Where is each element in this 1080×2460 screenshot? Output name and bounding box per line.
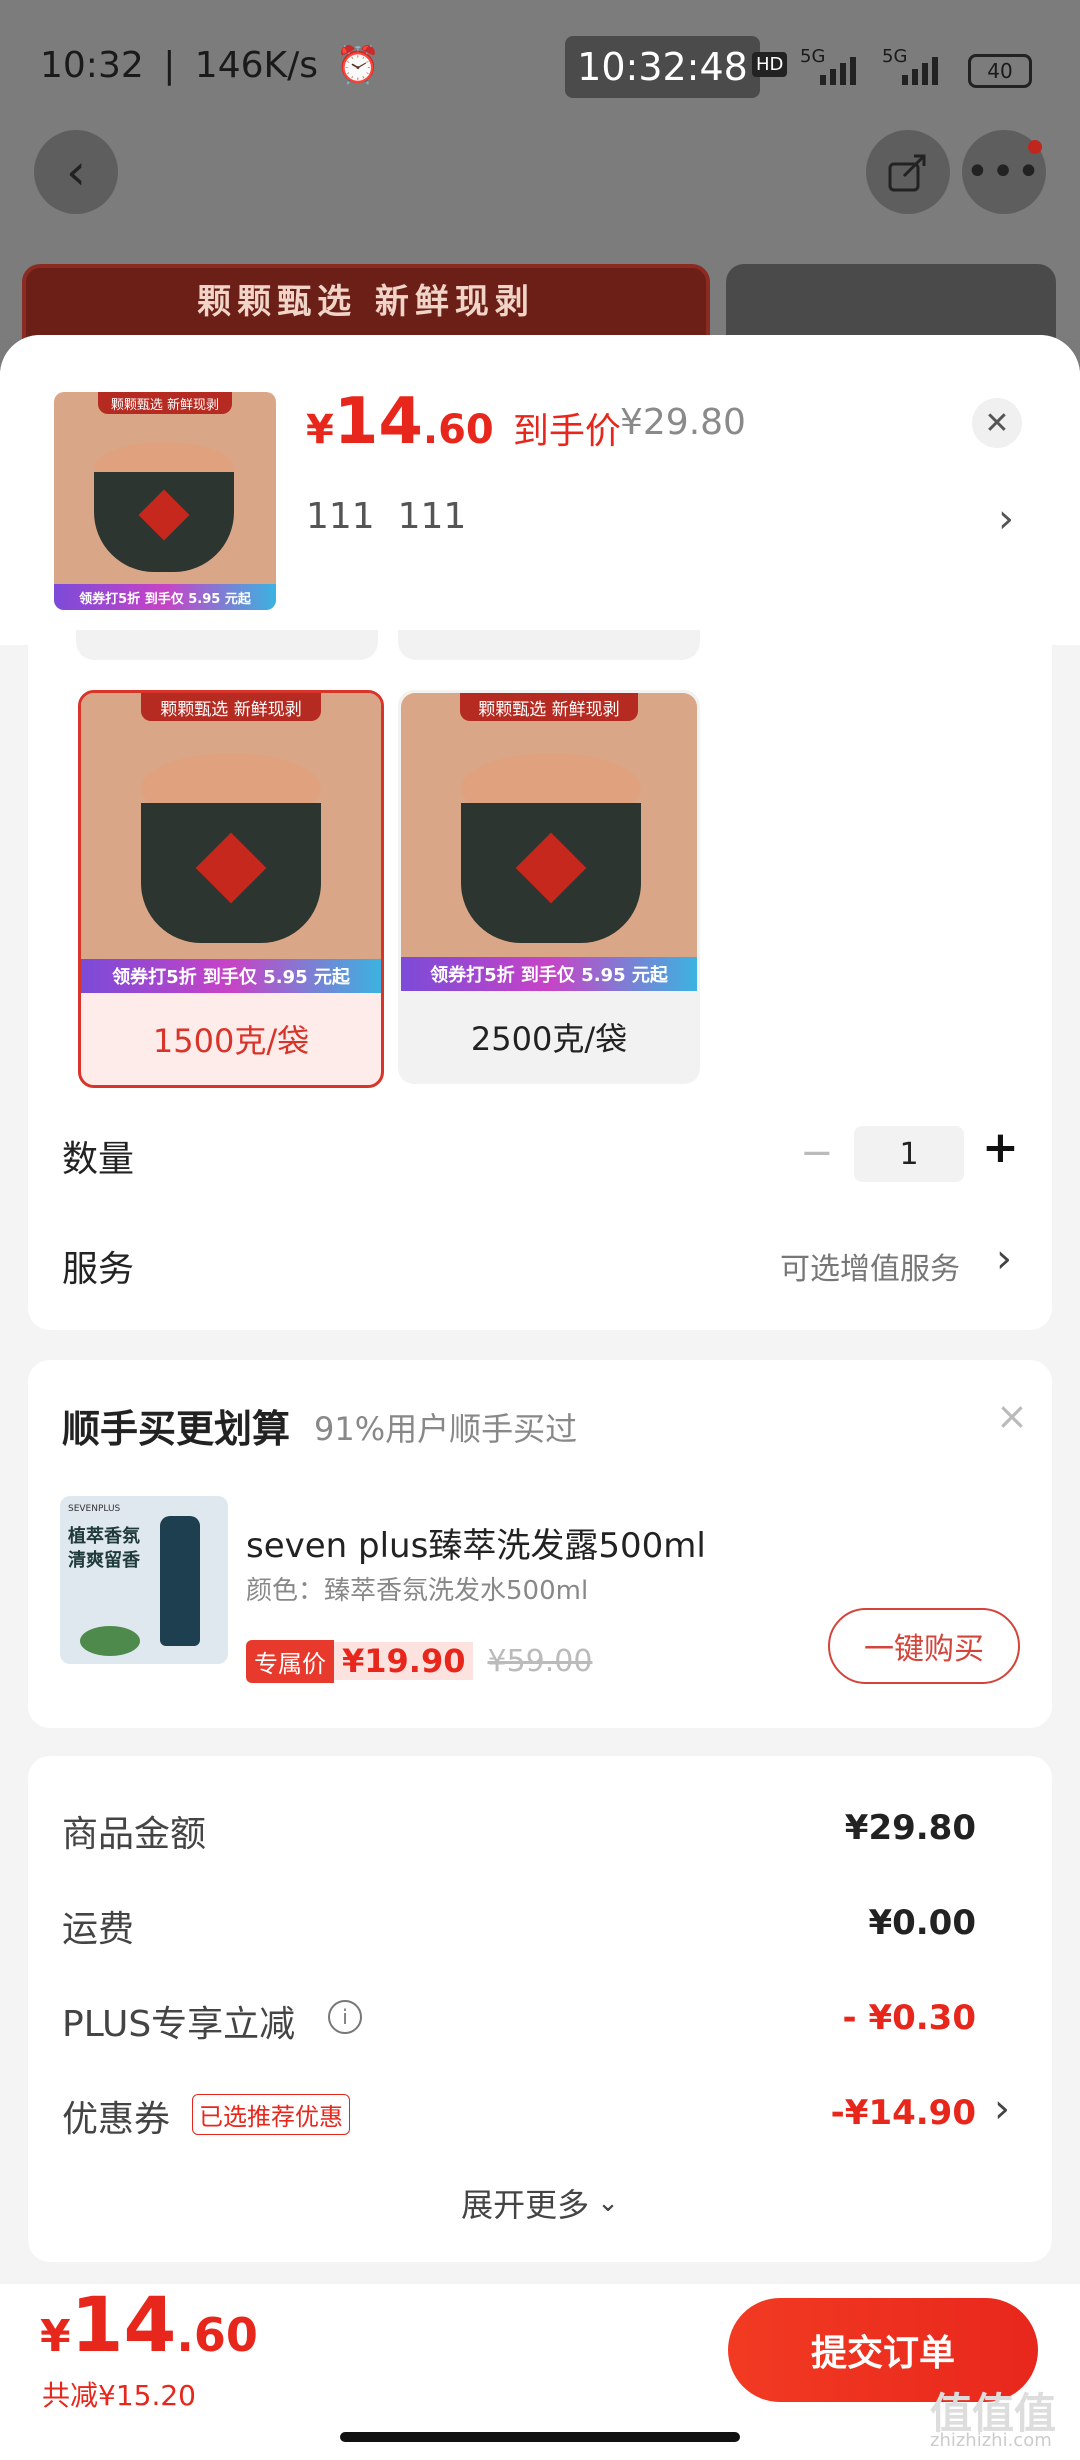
hd-badge: HD (752, 52, 788, 77)
service-chevron-icon[interactable]: › (996, 1236, 1012, 1282)
addon-subtitle: 91%用户顺手买过 (314, 1410, 578, 1448)
summary-label-goods: 商品金额 (62, 1814, 207, 1855)
chevron-left-icon: ‹ (66, 143, 86, 201)
coupon-tag: 已选推荐优惠 (192, 2094, 350, 2135)
notification-dot (1028, 140, 1042, 154)
bottle-icon (160, 1516, 200, 1646)
chevron-right-icon[interactable]: › (998, 496, 1014, 542)
back-button[interactable]: ‹ (34, 130, 118, 214)
coupon-chevron-icon[interactable]: › (994, 2086, 1010, 2132)
service-label: 服务 (62, 1249, 135, 1290)
chevron-down-icon: ⌄ (597, 2188, 619, 2218)
addon-product-image[interactable]: SEVENPLUS 植萃香氛 清爽留香 (60, 1496, 228, 1664)
spec-label: 2500克/袋 (470, 1020, 628, 1058)
summary-label-plus: PLUS专享立减 (62, 2004, 296, 2045)
quantity-label: 数量 (62, 1139, 135, 1180)
leaf-icon (80, 1626, 140, 1656)
price-tag: 到手价 (512, 411, 621, 452)
status-time: 10:32 (40, 45, 144, 86)
addon-title: 顺手买更划算 (62, 1407, 291, 1451)
screen-clock: 10:32:48 (565, 36, 760, 98)
expand-more-button[interactable]: 展开更多 ⌄ (0, 2180, 1080, 2226)
summary-value-plus: - ¥0.30 (842, 1998, 977, 2038)
close-icon: ✕ (984, 405, 1010, 441)
spec-option-1500g[interactable]: 颗颗甄选 新鲜现剥 领券打5折 到手仅 5.95 元起 1500克/袋 (78, 690, 384, 1088)
signal-icon (820, 55, 870, 85)
addon-price: ¥19.90 (334, 1642, 474, 1680)
spec-option-2500g[interactable]: 颗颗甄选 新鲜现剥 领券打5折 到手仅 5.95 元起 2500克/袋 (398, 690, 700, 1084)
home-indicator[interactable] (340, 2432, 740, 2442)
total-price: ¥14.60 (40, 2280, 258, 2369)
share-icon (888, 154, 926, 192)
summary-label-coupon: 优惠券 (62, 2099, 171, 2140)
service-value[interactable]: 可选增值服务 (780, 1244, 960, 1288)
share-button[interactable] (866, 130, 950, 214)
spec-option-hidden[interactable] (76, 630, 378, 660)
original-price: ¥29.80 (620, 402, 746, 443)
selected-spec[interactable]: 111 111 (306, 496, 466, 537)
one-click-buy-button[interactable]: 一键购买 (828, 1608, 1020, 1684)
alarm-icon: ⏰ (335, 45, 381, 86)
more-icon: ••• (965, 149, 1043, 195)
quantity-minus-button[interactable]: − (800, 1130, 834, 1176)
status-speed: 146K/s (194, 45, 319, 86)
addon-product-attr: 颜色：臻萃香氛洗发水500ml (246, 1576, 589, 1606)
summary-value-coupon[interactable]: -¥14.90 (760, 2093, 976, 2133)
addon-price-row: 专属价 ¥19.90 ¥59.00 (246, 1639, 593, 1683)
watermark-url: zhizhizhi.com (930, 2430, 1052, 2451)
summary-value-goods: ¥29.80 (844, 1808, 976, 1848)
close-button[interactable]: ✕ (972, 398, 1022, 448)
current-price: ¥14.60 到手价 (306, 385, 621, 459)
battery-icon: 40 (968, 54, 1032, 88)
spec-label: 1500克/袋 (152, 1022, 310, 1060)
product-thumbnail: 颗颗甄选 新鲜现剥 领券打5折 到手仅 5.95 元起 (54, 392, 276, 610)
signal-icon-2 (902, 55, 952, 85)
summary-label-shipping: 运费 (62, 1909, 135, 1950)
more-button[interactable]: ••• (962, 130, 1046, 214)
exclusive-badge: 专属价 (246, 1639, 334, 1683)
total-saved: 共减¥15.20 (42, 2379, 196, 2412)
quantity-input[interactable]: 1 (854, 1126, 964, 1182)
addon-close-button[interactable]: × (996, 1394, 1028, 1438)
quantity-plus-button[interactable]: + (982, 1122, 1019, 1173)
info-icon[interactable]: i (328, 2000, 362, 2034)
summary-value-shipping: ¥0.00 (868, 1903, 976, 1943)
spec-option-hidden-2[interactable] (398, 630, 700, 660)
addon-old-price: ¥59.00 (487, 1643, 593, 1679)
addon-product-name[interactable]: seven plus臻萃洗发露500ml (246, 1518, 706, 1567)
status-bar: 10:32 | 146K/s ⏰ 10:32:48 HD 5G 5G 40 (0, 0, 1080, 130)
